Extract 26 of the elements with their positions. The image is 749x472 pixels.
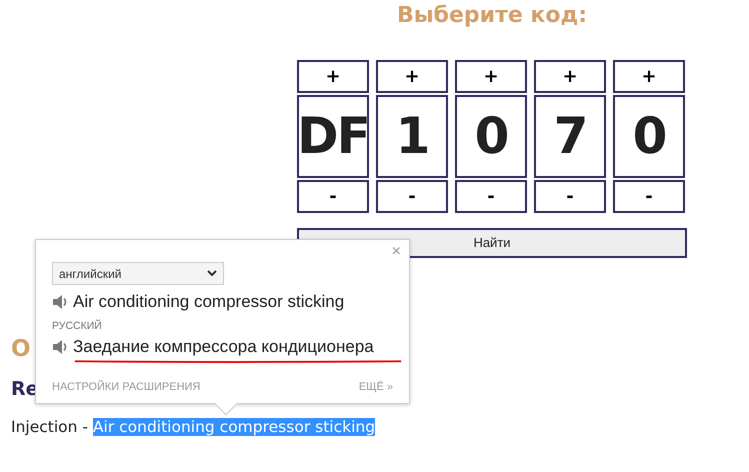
code-value: 7: [534, 95, 606, 178]
increment-button[interactable]: +: [376, 60, 448, 93]
increment-button[interactable]: +: [455, 60, 527, 93]
translated-text: Заедание компрессора кондиционера: [73, 336, 374, 358]
increment-button[interactable]: +: [534, 60, 606, 93]
chevron-icon: [207, 270, 217, 277]
section-heading: O: [11, 336, 31, 364]
code-value: 0: [455, 95, 527, 178]
select-value: английский: [59, 266, 122, 282]
target-language-label: РУССКИЙ: [52, 318, 103, 334]
speaker-icon[interactable]: [52, 340, 68, 354]
increment-button[interactable]: +: [297, 60, 369, 93]
decrement-button[interactable]: -: [534, 180, 606, 213]
decrement-button[interactable]: -: [376, 180, 448, 213]
decrement-button[interactable]: -: [613, 180, 685, 213]
speaker-icon[interactable]: [52, 294, 68, 309]
increment-button[interactable]: +: [613, 60, 685, 93]
code-value: DF: [297, 95, 369, 178]
paragraph: Injection - Air conditioning compressor sticking: [11, 417, 376, 438]
language-select[interactable]: английский: [52, 262, 224, 285]
decrement-button[interactable]: -: [297, 180, 369, 213]
source-text: Air conditioning compressor sticking: [73, 291, 344, 313]
page-heading: Выберите код:: [396, 2, 588, 30]
code-value: 0: [613, 95, 685, 178]
code-value: 1: [376, 95, 448, 178]
decrement-button[interactable]: -: [455, 180, 527, 213]
